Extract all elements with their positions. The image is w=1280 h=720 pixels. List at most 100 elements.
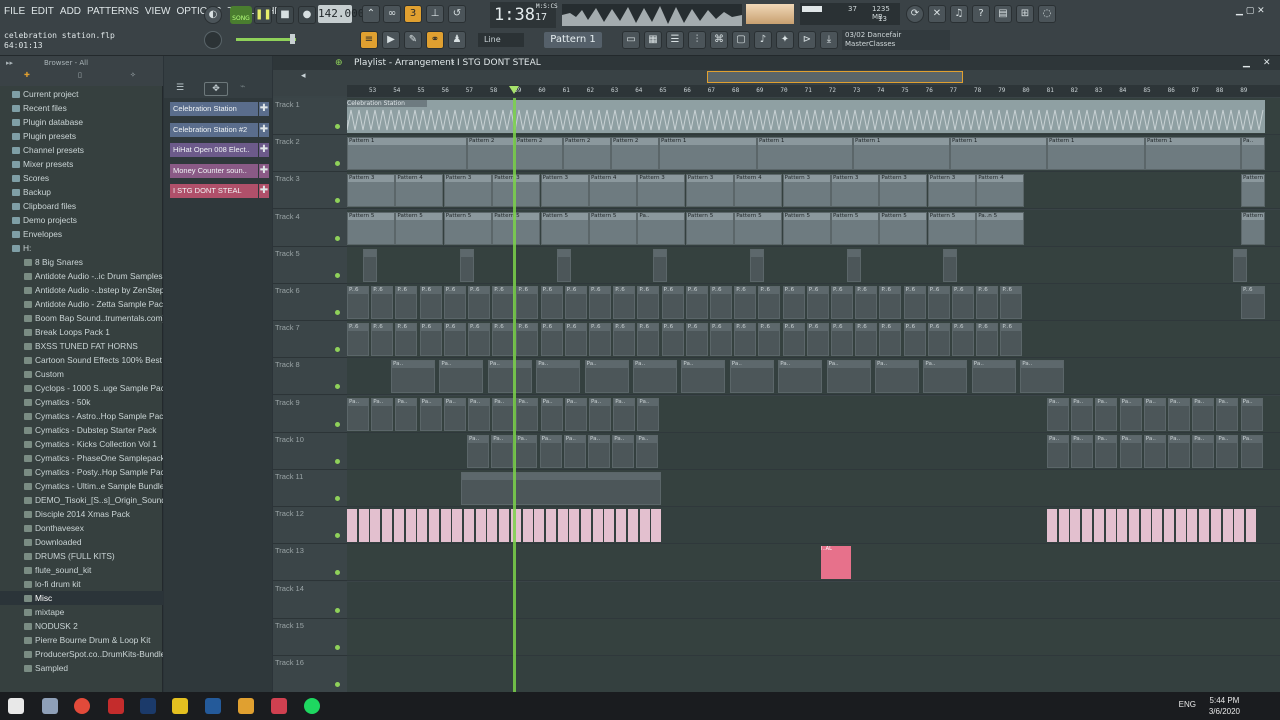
master-pitch-slider[interactable] bbox=[236, 38, 296, 41]
pattern-clip[interactable]: Pa.. bbox=[539, 434, 562, 468]
playlist-options-icon[interactable]: ⊕ bbox=[335, 56, 343, 70]
pattern-clip[interactable]: Pa.. bbox=[487, 360, 532, 394]
browser-item[interactable]: Antidote Audio -..bstep by ZenStep bbox=[0, 283, 163, 297]
pattern-clip[interactable]: P..6 bbox=[347, 286, 369, 319]
picker-add-icon[interactable]: ✚ bbox=[259, 163, 269, 178]
sample-clip[interactable] bbox=[1140, 509, 1151, 543]
browser-item[interactable]: Antidote Audio -..ic Drum Samples bbox=[0, 269, 163, 283]
pattern-clip[interactable]: Pattern 3 bbox=[879, 174, 928, 208]
pattern-clip[interactable]: Pa.. bbox=[1020, 360, 1065, 394]
sample-clip[interactable] bbox=[1210, 509, 1221, 543]
browser-item[interactable]: Clipboard files bbox=[0, 199, 163, 213]
pattern-clip[interactable]: P..6 bbox=[952, 286, 974, 319]
sample-clip[interactable] bbox=[639, 509, 650, 543]
pattern-clip[interactable]: P..6 bbox=[613, 323, 636, 357]
wait-input-icon[interactable]: ∞ bbox=[383, 5, 401, 23]
pattern-clip[interactable]: Pa.. bbox=[588, 434, 610, 468]
pattern-clip[interactable]: Pa.. bbox=[467, 434, 489, 468]
track-lane[interactable]: Pattern 3 Pattern 4 Pattern 3 Pattern 3 Patt… bbox=[347, 172, 1280, 210]
sample-clip[interactable] bbox=[1093, 509, 1104, 543]
pattern-clip[interactable]: P..6 bbox=[927, 323, 950, 357]
pattern-clip[interactable]: Pattern 5 bbox=[1241, 211, 1265, 245]
pattern-clip[interactable]: Pa..n 5 bbox=[976, 211, 1025, 245]
track-header[interactable]: Track 9 bbox=[273, 395, 347, 433]
browser-item[interactable]: Sampled bbox=[0, 661, 163, 675]
track-lane[interactable]: Pattern 5 Pattern 5 Pattern 5 Pattern 5 Patt… bbox=[347, 209, 1280, 247]
track-header[interactable]: Track 14 bbox=[273, 581, 347, 619]
pattern-clip[interactable]: P..6 bbox=[492, 286, 515, 319]
pattern-clip[interactable]: P..6 bbox=[831, 323, 853, 357]
pattern-clip[interactable]: P..6 bbox=[564, 323, 587, 357]
fl-studio-icon[interactable] bbox=[238, 698, 254, 714]
pattern-clip[interactable]: Pa.. bbox=[443, 397, 466, 431]
channel-rack-icon[interactable]: ☰ bbox=[666, 31, 684, 49]
track-lane[interactable] bbox=[347, 246, 1280, 284]
pattern-clip[interactable]: P..6 bbox=[927, 286, 950, 319]
pattern-clip[interactable]: P..6 bbox=[1000, 323, 1023, 357]
picker-move-icon[interactable]: ✥ bbox=[204, 82, 228, 96]
pattern-clip[interactable] bbox=[847, 248, 861, 282]
pattern-clip[interactable] bbox=[557, 248, 571, 282]
menu-patterns[interactable]: PATTERNS bbox=[87, 6, 139, 17]
mic-icon[interactable]: ♫ bbox=[950, 5, 968, 23]
pattern-clip[interactable]: Pa.. bbox=[681, 360, 726, 394]
pattern-clip[interactable]: Pattern 2 bbox=[467, 137, 515, 171]
pattern-clip[interactable]: Pa.. bbox=[729, 360, 774, 394]
pattern-clip[interactable]: Pa.. bbox=[826, 360, 871, 394]
pattern-clip[interactable]: P..6 bbox=[419, 323, 442, 357]
sample-clip[interactable] bbox=[417, 509, 428, 543]
plugin-picker-icon[interactable]: ⌘ bbox=[710, 31, 728, 49]
track-mute-led[interactable] bbox=[335, 644, 340, 650]
timeline-ruler[interactable]: 53 54 55 56 57 58 59 60 61 62 63 64 65 66 67 68 69 70 71 72… bbox=[347, 85, 1280, 97]
pattern-clip[interactable]: P..6 bbox=[443, 286, 466, 319]
sample-clip[interactable] bbox=[487, 509, 498, 543]
pattern-clip[interactable]: Pattern 3 bbox=[347, 174, 395, 208]
track-header[interactable]: Track 16 bbox=[273, 656, 347, 693]
snap-select[interactable]: Line bbox=[478, 33, 524, 47]
picker-item[interactable]: HiHat Open 008 Elect.. bbox=[170, 143, 258, 157]
pattern-clip[interactable]: Pattern 1 bbox=[347, 137, 467, 171]
help-icon[interactable]: ? bbox=[972, 5, 990, 23]
track-header[interactable]: Track 8 bbox=[273, 358, 347, 396]
sample-clip[interactable] bbox=[393, 509, 404, 543]
marketplace-icon[interactable]: ⊳ bbox=[798, 31, 816, 49]
sample-clip[interactable] bbox=[1187, 509, 1198, 543]
pattern-clip[interactable]: P..6 bbox=[492, 323, 515, 357]
track-header[interactable]: Track 7 bbox=[273, 321, 347, 359]
pattern-clip[interactable]: Pa.. bbox=[1071, 434, 1094, 468]
pattern-clip[interactable]: P..6 bbox=[540, 323, 563, 357]
browser-item[interactable]: Envelopes bbox=[0, 227, 163, 241]
sample-clip[interactable] bbox=[616, 509, 627, 543]
picker-brush-icon[interactable]: ⌁ bbox=[240, 82, 245, 92]
pattern-clip[interactable]: Pa.. bbox=[536, 360, 581, 394]
track-header[interactable]: Track 15 bbox=[273, 618, 347, 656]
pattern-clip[interactable]: Pattern 1 bbox=[853, 137, 950, 171]
pattern-clip[interactable]: Pa.. bbox=[923, 360, 968, 394]
browser-item[interactable]: Antidote Audio - Zetta Sample Pack bbox=[0, 297, 163, 311]
pattern-clip[interactable]: P..6 bbox=[1241, 286, 1265, 319]
pattern-clip[interactable]: Pa.. bbox=[468, 397, 490, 431]
sample-clip[interactable] bbox=[627, 509, 638, 543]
pattern-clip[interactable]: Pa.. bbox=[492, 397, 515, 431]
track-mute-led[interactable] bbox=[335, 533, 340, 539]
slider-handle[interactable] bbox=[290, 34, 295, 44]
pattern-clip[interactable]: Pattern 3 bbox=[927, 174, 976, 208]
sample-clip[interactable] bbox=[1128, 509, 1139, 543]
browser-item[interactable]: Recent files bbox=[0, 101, 163, 115]
sample-clip[interactable] bbox=[522, 509, 533, 543]
sample-clip[interactable] bbox=[557, 509, 568, 543]
pattern-clip[interactable]: Pattern 5 bbox=[492, 211, 541, 245]
browser-item[interactable]: Backup bbox=[0, 185, 163, 199]
browser-item[interactable]: Cymatics - Kicks Collection Vol 1 bbox=[0, 437, 163, 451]
pattern-clip[interactable]: P..6 bbox=[540, 286, 563, 319]
explorer-icon[interactable] bbox=[172, 698, 188, 714]
pattern-clip[interactable]: P..6 bbox=[903, 323, 926, 357]
scroll-overview[interactable] bbox=[707, 71, 963, 83]
sample-clip[interactable] bbox=[651, 509, 662, 543]
sample-clip[interactable] bbox=[534, 509, 545, 543]
picker-item[interactable]: I STG DONT STEAL bbox=[170, 184, 258, 198]
pattern-clip[interactable]: Pa.. bbox=[612, 434, 635, 468]
pattern-clip[interactable]: Pa.. bbox=[419, 397, 442, 431]
browser-item[interactable]: Plugin presets bbox=[0, 129, 163, 143]
pattern-clip[interactable]: Pa.. bbox=[1216, 397, 1239, 431]
